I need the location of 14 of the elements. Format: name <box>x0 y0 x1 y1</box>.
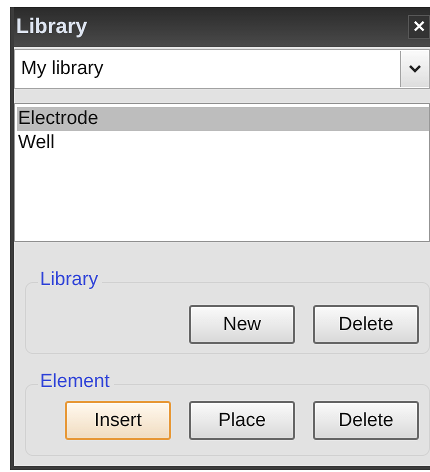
dropdown-value: My library <box>21 58 104 80</box>
button[interactable]: Delete <box>313 305 419 344</box>
dropdown-button[interactable] <box>400 51 429 87</box>
button[interactable]: Insert <box>65 401 171 440</box>
list-item[interactable]: Electrode <box>17 107 429 131</box>
group-title: Library <box>38 269 102 291</box>
close-button[interactable]: ✕ <box>408 15 430 39</box>
window-title: Library <box>16 15 88 39</box>
chevron-down-icon <box>409 65 421 73</box>
button[interactable]: Delete <box>313 401 419 440</box>
button[interactable]: New <box>189 305 295 344</box>
list-item[interactable]: Well <box>17 131 429 155</box>
library-dropdown[interactable]: My library <box>14 49 430 89</box>
button[interactable]: Place <box>189 401 295 440</box>
